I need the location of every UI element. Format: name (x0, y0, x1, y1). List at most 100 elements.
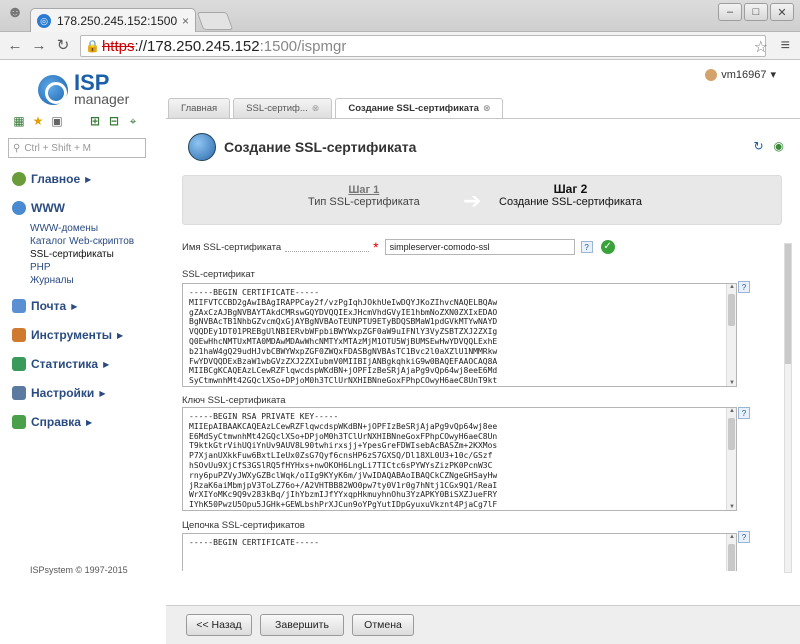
url-path: :1500/ispmgr (259, 37, 347, 55)
settings-icon (12, 386, 26, 400)
sidebar-sub-ssl[interactable]: SSL-сертификаты (30, 249, 114, 260)
browser-menu-icon[interactable]: ≡ (781, 37, 790, 55)
globe-icon (188, 133, 216, 161)
sidebar-item-help[interactable]: Справка ▶ (12, 415, 92, 429)
help-icon[interactable]: ? (738, 531, 750, 543)
textarea-scrollbar[interactable]: ▲ (726, 534, 736, 571)
pin-icon[interactable]: ⌖ (126, 114, 140, 128)
logo-icon (38, 75, 68, 105)
textarea-scrollbar[interactable]: ▲ ▼ (726, 284, 736, 386)
main-icon (12, 172, 26, 186)
back-icon[interactable]: ← (6, 37, 24, 55)
browser-toolbar: ← → ↻ 🔒 https ://178.250.245.152 :1500/i… (0, 32, 800, 60)
tools-icon (12, 328, 26, 342)
search-placeholder: Ctrl + Shift + M (24, 142, 92, 154)
sidebar-item-label: Статистика (31, 357, 99, 371)
label-leader (285, 250, 370, 252)
search-icon: ⚲ (13, 142, 21, 154)
panel-scrollbar[interactable] (784, 243, 792, 573)
sidebar-item-stats[interactable]: Статистика ▶ (12, 357, 109, 371)
help-icon[interactable]: ? (738, 407, 750, 419)
sidebar-item-label: Справка (31, 415, 81, 429)
chevron-right-icon: ▶ (117, 330, 124, 340)
cancel-button[interactable]: Отмена (352, 614, 414, 636)
required-icon: * (373, 239, 379, 255)
name-label: Имя SSL-сертификата (182, 241, 282, 253)
cert-name-input[interactable]: simpleserver-comodo-ssl (384, 239, 575, 255)
tab-main[interactable]: Главная (168, 98, 231, 118)
wizard-step-1[interactable]: Шаг 1 Тип SSL-сертификата (308, 184, 420, 208)
panel-actions: ↻ ◉ (753, 139, 784, 153)
key-text: -----BEGIN RSA PRIVATE KEY----- MIIEpAIB… (189, 412, 498, 510)
help-icon[interactable]: ? (580, 241, 593, 253)
mail-icon (12, 299, 26, 313)
close-window-icon[interactable]: ✕ (770, 3, 794, 21)
content-panel: Создание SSL-сертификата ↻ ◉ Шаг 1 Тип S… (166, 118, 800, 644)
tab-close-icon[interactable]: ⊗ (312, 103, 320, 114)
sidebar-sub-web-scripts[interactable]: Каталог Web-скриптов (30, 236, 134, 247)
panel-header: Создание SSL-сертификата (188, 133, 416, 161)
briefcase-icon[interactable]: ▣ (50, 114, 64, 128)
tab-ssl-list[interactable]: SSL-сертиф... ⊗ (233, 98, 333, 118)
help-icon[interactable]: ? (738, 281, 750, 293)
step-number: Шаг 1 (348, 184, 380, 196)
sidebar-item-settings[interactable]: Настройки ▶ (12, 386, 105, 400)
bookmark-star-icon[interactable]: ☆ (754, 37, 768, 57)
tab-close-icon[interactable]: × (182, 14, 189, 28)
favorites-star-icon[interactable]: ★ (31, 114, 45, 128)
url-scheme: https (101, 37, 135, 55)
refresh-icon[interactable]: ↻ (753, 139, 763, 153)
tab-close-icon[interactable]: ⊗ (483, 103, 491, 114)
tab-label: Главная (181, 103, 218, 114)
sidebar-search-input[interactable]: ⚲ Ctrl + Shift + M (8, 138, 146, 158)
address-bar[interactable]: 🔒 https ://178.250.245.152 :1500/ispmgr (80, 35, 766, 57)
sidebar-toolbar: ▦ ★ ▣ ⊞ ⊟ ⌖ (12, 114, 140, 128)
isp-logo[interactable]: ISP manager (38, 70, 130, 107)
new-tab-button[interactable] (196, 12, 234, 30)
browser-tabstrip: ☻ ◎ 178.250.245.152:1500 × – □ ✕ (0, 0, 800, 33)
app-area: ISP manager vm16967 ▾ ▦ ★ ▣ ⊞ ⊟ ⌖ ⚲ Ctrl… (0, 60, 800, 644)
insecure-lock-icon: 🔒 (85, 39, 100, 53)
reload-icon[interactable]: ↻ (54, 37, 72, 55)
chevron-right-icon: ▶ (103, 359, 110, 369)
logo-text-top: ISP (74, 70, 110, 95)
button-bar: << Назад Завершить Отмена (166, 605, 800, 644)
tab-label: Создание SSL-сертификата (348, 103, 479, 114)
copyright: ISPsystem © 1997-2015 (30, 565, 128, 575)
wizard-steps: Шаг 1 Тип SSL-сертификата ➔ Шаг 2 Создан… (182, 175, 782, 225)
tab-create-ssl[interactable]: Создание SSL-сертификата ⊗ (335, 98, 504, 118)
globe-icon (12, 201, 26, 215)
chevron-right-icon: ▶ (85, 417, 93, 427)
expand-all-icon[interactable]: ⊞ (88, 114, 102, 128)
help-globe-icon[interactable]: ◉ (774, 139, 784, 153)
maximize-icon[interactable]: □ (744, 3, 768, 21)
sidebar-item-mail[interactable]: Почта ▶ (12, 299, 77, 313)
sidebar-sub-php[interactable]: PHP (30, 262, 51, 273)
sidebar-item-label: Почта (31, 299, 67, 313)
forward-icon[interactable]: → (30, 37, 48, 55)
sidebar-sub-www-domains[interactable]: WWW-домены (30, 223, 98, 234)
finish-button[interactable]: Завершить (260, 614, 344, 636)
ssl-form: Имя SSL-сертификата * simpleserver-comod… (182, 233, 782, 571)
logo-text-bottom: manager (74, 91, 130, 107)
sidebar-sub-logs[interactable]: Журналы (30, 275, 74, 286)
user-menu[interactable]: vm16967 ▾ (705, 68, 776, 81)
collapse-all-icon[interactable]: ⊟ (107, 114, 121, 128)
sidebar-item-tools[interactable]: Инструменты ▶ (12, 328, 123, 342)
sidebar-item-www[interactable]: WWW (12, 201, 65, 215)
chain-text: -----BEGIN CERTIFICATE----- (189, 538, 320, 547)
minimize-icon[interactable]: – (718, 3, 742, 21)
step-name: Тип SSL-сертификата (308, 196, 420, 208)
valid-check-icon: ✓ (600, 240, 615, 254)
step-number: Шаг 2 (553, 182, 588, 196)
cert-label: SSL-сертификат (182, 269, 255, 280)
key-textarea[interactable]: -----BEGIN RSA PRIVATE KEY----- MIIEpAIB… (182, 407, 737, 511)
chain-textarea[interactable]: -----BEGIN CERTIFICATE----- ▲ (182, 533, 737, 571)
back-button[interactable]: << Назад (186, 614, 252, 636)
textarea-scrollbar[interactable]: ▲ ▼ (726, 408, 736, 510)
browser-tab[interactable]: ◎ 178.250.245.152:1500 × (30, 8, 196, 33)
sidebar-item-main[interactable]: Главное ▶ (12, 172, 91, 186)
content-tabs: Главная SSL-сертиф... ⊗ Создание SSL-серт… (168, 98, 504, 118)
cert-textarea[interactable]: -----BEGIN CERTIFICATE----- MIIFVTCCBD2g… (182, 283, 737, 387)
tree-icon[interactable]: ▦ (12, 114, 26, 128)
